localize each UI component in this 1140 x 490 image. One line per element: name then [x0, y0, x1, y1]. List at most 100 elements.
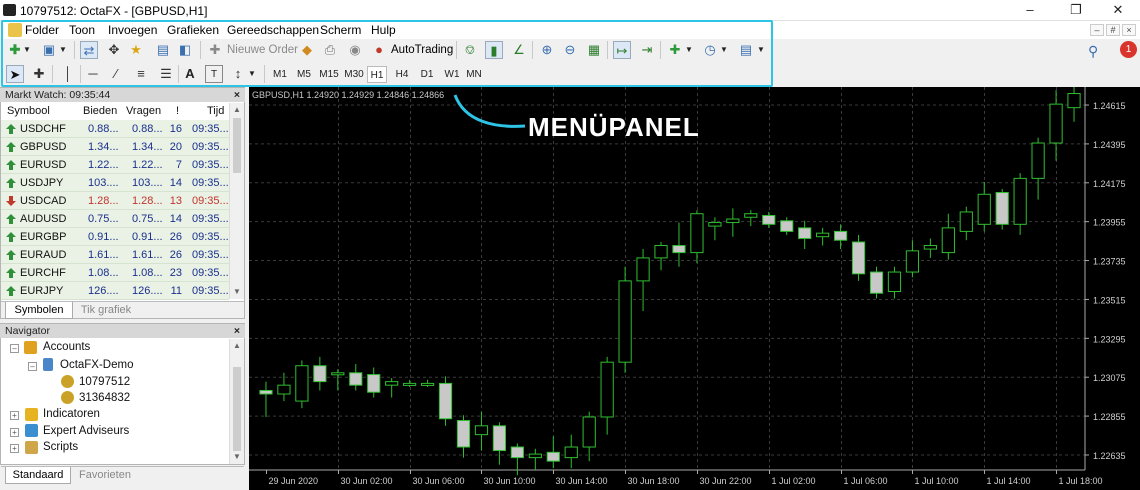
market-watch-row[interactable]: USDCHF 0.88... 0.88... 16 09:35... — [1, 120, 229, 138]
candle-body — [654, 245, 668, 259]
market-watch-row[interactable]: EURCHF 1.08... 1.08... 23 09:35... — [1, 264, 229, 282]
close-button[interactable]: ✕ — [1103, 2, 1133, 18]
market-watch-row[interactable]: EURGBP 0.91... 0.91... 26 09:35... — [1, 228, 229, 246]
candle-body — [941, 227, 955, 254]
candle-body — [349, 372, 363, 386]
nav-indicators[interactable]: Indicatoren — [43, 408, 100, 420]
ask-cell: 1.28... — [132, 195, 163, 207]
x-tick-label: 30 Jun 14:00 — [556, 476, 608, 486]
nav-account-2[interactable]: 31364832 — [79, 392, 130, 404]
close-icon[interactable]: × — [234, 324, 240, 338]
notifications-badge[interactable]: 1 — [1120, 41, 1137, 58]
accounts-icon — [24, 341, 37, 354]
nav-account-1[interactable]: 10797512 — [79, 376, 130, 388]
time-cell: 09:35... — [192, 249, 229, 261]
candle-body — [564, 446, 578, 459]
tree-collapse-icon[interactable]: – — [10, 344, 19, 353]
x-tick-label: 30 Jun 10:00 — [484, 476, 536, 486]
tab-tik-grafiek[interactable]: Tik grafiek — [75, 302, 137, 319]
y-tick-label: 1.23295 — [1093, 334, 1126, 344]
market-watch-row[interactable]: USDJPY 103.... 103.... 14 09:35... — [1, 174, 229, 192]
market-watch-title: Markt Watch: 09:35:44 — [5, 89, 111, 101]
candle-body — [923, 245, 937, 250]
scroll-up-icon[interactable]: ▲ — [233, 341, 241, 350]
maximize-button[interactable]: ❐ — [1061, 2, 1091, 18]
expert-advisors-icon — [25, 424, 38, 437]
arrow-up-icon — [6, 268, 16, 278]
scroll-down-icon[interactable]: ▼ — [233, 287, 241, 296]
y-tick-label: 1.24175 — [1093, 179, 1126, 189]
market-watch-scrollbar[interactable]: ▲ ▼ — [229, 103, 244, 299]
column-header-time[interactable]: Tijd — [207, 104, 224, 119]
scroll-down-icon[interactable]: ▼ — [233, 452, 241, 461]
nav-expert-advisors[interactable]: Expert Adviseurs — [43, 425, 129, 437]
market-watch-row[interactable]: USDCAD 1.28... 1.28... 13 09:35... — [1, 192, 229, 210]
bid-cell: 103.... — [88, 177, 119, 189]
column-header-symbol[interactable]: Symbool — [7, 104, 50, 119]
spread-cell: 26 — [169, 231, 182, 243]
ask-cell: 0.91... — [132, 231, 163, 243]
search-icon[interactable]: ⚲ — [1088, 43, 1098, 60]
callout-label: MENÜPANEL — [528, 112, 700, 142]
mdi-minimize-button[interactable]: – — [1090, 24, 1104, 36]
x-tick-label: 1 Jul 06:00 — [844, 476, 888, 486]
bid-cell: 0.88... — [88, 123, 119, 135]
market-watch-row[interactable]: EURAUD 1.61... 1.61... 26 09:35... — [1, 246, 229, 264]
candle-body — [474, 425, 489, 436]
callout-arrow — [453, 94, 526, 128]
arrow-up-icon — [6, 286, 16, 296]
navigator-scrollbar[interactable]: ▲ ▼ — [229, 339, 244, 464]
column-header-spread[interactable]: ! — [176, 104, 179, 119]
scrollbar-thumb[interactable] — [233, 118, 241, 173]
tab-standaard[interactable]: Standaard — [5, 467, 71, 484]
tree-expand-icon[interactable]: + — [10, 444, 19, 453]
spread-cell: 7 — [175, 159, 182, 171]
symbol-cell: EURAUD — [20, 249, 67, 261]
candle-body — [690, 213, 704, 254]
candle-body — [1031, 142, 1045, 179]
nav-broker[interactable]: OctaFX-Demo — [60, 359, 134, 371]
candle-body — [528, 453, 542, 459]
scroll-up-icon[interactable]: ▲ — [233, 105, 241, 114]
symbol-cell: USDCHF — [20, 123, 66, 135]
tree-expand-icon[interactable]: + — [10, 428, 19, 437]
candle-body — [385, 381, 399, 386]
arrow-up-icon — [6, 214, 16, 224]
price-chart[interactable]: 1.24615 1.24395 1.24175 1.23955 1.23735 1.235… — [249, 87, 1140, 490]
x-tick-label: 30 Jun 02:00 — [341, 476, 393, 486]
candle-body — [708, 222, 722, 227]
server-icon — [43, 358, 53, 371]
right-toolbar-area: ⚲ 1 — [1082, 39, 1140, 85]
candle-body — [1013, 177, 1027, 225]
column-header-ask[interactable]: Vragen — [126, 104, 161, 119]
bid-cell: 1.34... — [88, 141, 119, 153]
candle-body — [367, 374, 381, 393]
mdi-close-button[interactable]: × — [1122, 24, 1136, 36]
market-watch-row[interactable]: EURUSD 1.22... 1.22... 7 09:35... — [1, 156, 229, 174]
nav-scripts[interactable]: Scripts — [43, 441, 78, 453]
market-watch-row[interactable]: AUDUSD 0.75... 0.75... 14 09:35... — [1, 210, 229, 228]
minimize-button[interactable]: – — [1015, 2, 1045, 18]
ask-cell: 1.22... — [132, 159, 163, 171]
x-tick-label: 30 Jun 22:00 — [700, 476, 752, 486]
time-cell: 09:35... — [192, 231, 229, 243]
candle-body — [510, 446, 524, 459]
market-watch-row[interactable]: GBPUSD 1.34... 1.34... 20 09:35... — [1, 138, 229, 156]
mdi-restore-button[interactable]: # — [1106, 24, 1120, 36]
column-header-bid[interactable]: Bieden — [83, 104, 117, 119]
tree-collapse-icon[interactable]: – — [28, 362, 37, 371]
time-cell: 09:35... — [192, 195, 229, 207]
tab-symbolen[interactable]: Symbolen — [5, 302, 73, 319]
y-tick-label: 1.22635 — [1093, 451, 1126, 461]
nav-accounts[interactable]: Accounts — [43, 341, 90, 353]
tree-expand-icon[interactable]: + — [10, 411, 19, 420]
close-icon[interactable]: × — [234, 88, 240, 102]
spread-cell: 20 — [169, 141, 182, 153]
candle-body — [277, 384, 291, 395]
scrollbar-thumb[interactable] — [233, 367, 241, 451]
candle-body — [546, 451, 560, 462]
arrow-up-icon — [6, 178, 16, 188]
market-watch-row[interactable]: EURJPY 126.... 126.... 11 09:35... — [1, 282, 229, 300]
tab-favorieten[interactable]: Favorieten — [73, 467, 137, 484]
candle-body — [977, 193, 991, 225]
